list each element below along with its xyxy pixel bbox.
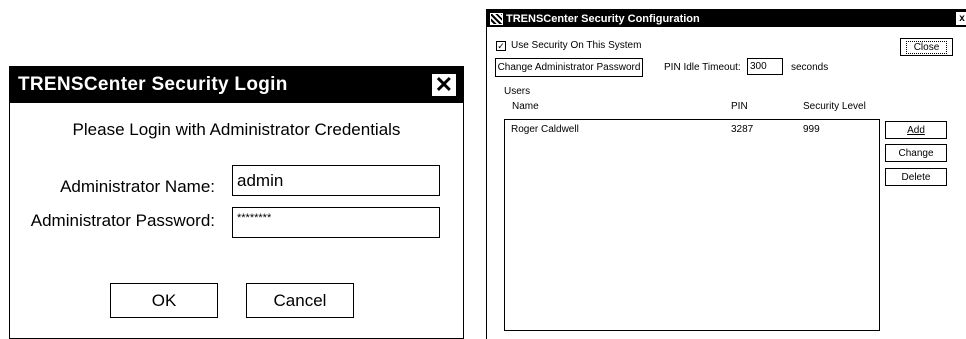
close-icon[interactable]: x <box>956 12 966 25</box>
add-button[interactable]: Add <box>885 121 947 139</box>
delete-button[interactable]: Delete <box>885 168 947 186</box>
pin-timeout-value: 300 <box>750 61 767 72</box>
login-title: TRENSCenter Security Login <box>18 74 288 95</box>
users-group-label: Users <box>504 86 531 97</box>
users-list[interactable]: Roger Caldwell 3287 999 <box>504 119 880 331</box>
column-pin-header: PIN <box>731 101 748 112</box>
pin-timeout-label: PIN Idle Timeout: <box>664 62 741 73</box>
user-name-cell: Roger Caldwell <box>511 124 579 135</box>
admin-password-field[interactable]: ******** <box>232 207 440 238</box>
close-icon[interactable]: ✕ <box>431 73 457 97</box>
admin-name-label: Administrator Name: <box>60 177 215 196</box>
admin-name-value: admin <box>237 170 284 190</box>
column-name-header: Name <box>512 101 539 112</box>
ok-button[interactable]: OK <box>110 283 218 318</box>
use-security-checkbox[interactable]: ✓ <box>496 41 506 51</box>
user-level-cell: 999 <box>803 124 820 135</box>
table-row[interactable]: Roger Caldwell 3287 999 <box>505 124 879 138</box>
config-title: TRENSCenter Security Configuration <box>506 12 700 25</box>
column-level-header: Security Level <box>803 101 866 112</box>
security-config-window: TRENSCenter Security Configuration x ✓ U… <box>486 9 966 339</box>
config-titlebar[interactable]: TRENSCenter Security Configuration x <box>487 10 966 27</box>
login-titlebar[interactable]: TRENSCenter Security Login ✕ <box>10 67 463 103</box>
cancel-button[interactable]: Cancel <box>246 283 354 318</box>
use-security-label: Use Security On This System <box>511 40 642 51</box>
close-button[interactable]: Close <box>900 38 953 56</box>
seconds-label: seconds <box>791 62 829 73</box>
login-dialog: TRENSCenter Security Login ✕ Please Logi… <box>9 66 464 339</box>
app-icon <box>490 12 503 25</box>
close-button-label: Close <box>905 40 948 54</box>
change-admin-password-button[interactable]: Change Administrator Password <box>495 58 643 77</box>
change-button[interactable]: Change <box>885 144 947 162</box>
admin-password-label: Administrator Password: <box>30 211 215 230</box>
add-button-label: Add <box>907 124 925 136</box>
pin-timeout-field[interactable]: 300 <box>747 58 783 75</box>
admin-name-field[interactable]: admin <box>232 165 440 196</box>
user-pin-cell: 3287 <box>731 124 754 135</box>
admin-password-value: ******** <box>237 212 272 224</box>
login-heading: Please Login with Administrator Credenti… <box>72 120 401 139</box>
